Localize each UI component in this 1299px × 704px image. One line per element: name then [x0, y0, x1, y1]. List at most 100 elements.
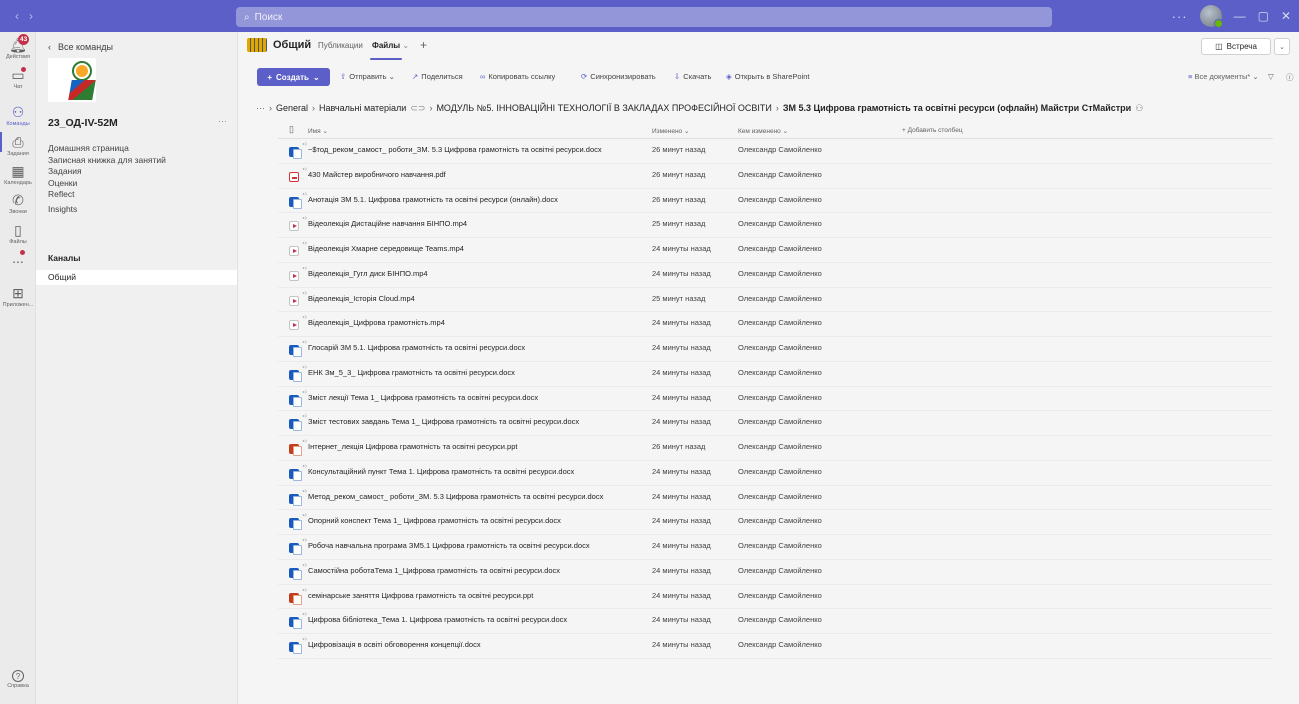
- minimize-icon[interactable]: —: [1234, 9, 1246, 23]
- tab-files[interactable]: Файлы ⌄: [372, 41, 409, 50]
- file-name[interactable]: Опорний конспект Тема 1_ Цифрова грамотн…: [308, 516, 561, 525]
- file-name[interactable]: Відеолекція Хмарне середовище Teams.mp4: [308, 244, 464, 253]
- table-row[interactable]: ⁺⁾ Цифрова бібліотека_Тема 1. Цифрова гра…: [278, 609, 1273, 634]
- upload-button[interactable]: ⇧ Отправить ⌄: [340, 72, 395, 81]
- download-button[interactable]: ⇩ Скачать: [674, 72, 711, 81]
- upload-icon: ⇧: [340, 72, 347, 81]
- all-teams-link[interactable]: ‹ Все команды: [48, 42, 113, 52]
- sync-button[interactable]: ⟳ Синхронизировать: [581, 72, 656, 81]
- channel-item-general[interactable]: Общий: [36, 270, 237, 285]
- table-row[interactable]: ⁺⁾ Самостійна роботаТема 1_Цифрова грамот…: [278, 560, 1273, 585]
- table-row[interactable]: ⁺⁾ Опорний конспект Тема 1_ Цифрова грамо…: [278, 510, 1273, 535]
- table-row[interactable]: ⁺⁾ Глосарій ЗМ 5.1. Цифрова грамотність т…: [278, 337, 1273, 362]
- file-name[interactable]: Робоча навчальна програма ЗМ5.1 Цифрова …: [308, 541, 590, 550]
- file-name[interactable]: ЕНК Зм_5_3_ Цифрова грамотність та освіт…: [308, 368, 515, 377]
- team-link-assignments[interactable]: Задания: [48, 166, 166, 178]
- add-column-button[interactable]: + Добавить столбец: [902, 127, 963, 134]
- table-row[interactable]: ⁺⁾ семінарське заняття Цифрова грамотніст…: [278, 585, 1273, 610]
- add-tab-button[interactable]: +: [420, 38, 427, 52]
- avatar[interactable]: [1199, 5, 1223, 28]
- rail-item-chat[interactable]: ▭ Чат: [0, 67, 36, 90]
- breadcrumb-materials[interactable]: Навчальні матеріали: [319, 103, 406, 113]
- file-name[interactable]: Самостійна роботаТема 1_Цифрова грамотні…: [308, 566, 560, 575]
- team-more-icon[interactable]: ···: [218, 116, 227, 126]
- help-button[interactable]: ? Справка: [0, 670, 36, 689]
- table-row[interactable]: ⁺⁾ Відеолекція_Цифрова грамотність.mp4 24 …: [278, 312, 1273, 337]
- table-row[interactable]: ⁺⁾ Цифровізація в освіті обговорення конц…: [278, 634, 1273, 659]
- table-row[interactable]: ⁺⁾ Робоча навчальна програма ЗМ5.1 Цифров…: [278, 535, 1273, 560]
- rail-item-calls[interactable]: ✆ Звонки: [0, 192, 36, 215]
- rail-item-calendar[interactable]: ▦ Календарь: [0, 163, 36, 186]
- file-name[interactable]: Відеолекція_Гугл диск БІНПО.mp4: [308, 269, 428, 278]
- table-row[interactable]: ⁺⁾ Відеолекція Хмарне середовище Teams.mp…: [278, 238, 1273, 263]
- rail-item-apps[interactable]: ⊞ Приложен...: [0, 285, 36, 308]
- file-name[interactable]: Анотація ЗМ 5.1. Цифрова грамотність та …: [308, 195, 558, 204]
- file-name[interactable]: Відеолекція_Історія Cloud.mp4: [308, 294, 415, 303]
- more-options-icon[interactable]: ···: [1172, 9, 1188, 24]
- copy-link-button[interactable]: ∞ Копировать ссылку: [480, 72, 555, 81]
- meet-button[interactable]: ◫ Встреча: [1201, 38, 1271, 55]
- file-name[interactable]: Зміст тестових завдань Тема 1_ Цифрова г…: [308, 417, 579, 426]
- column-name-label: Имя: [308, 128, 321, 135]
- file-name[interactable]: Інтернет_лекція Цифрова грамотність та о…: [308, 442, 517, 451]
- search-input[interactable]: ⌕ Поиск: [236, 7, 1052, 27]
- table-row[interactable]: ⁺⁾ ЕНК Зм_5_3_ Цифрова грамотність та осв…: [278, 362, 1273, 387]
- rail-item-files[interactable]: ▯ Файлы: [0, 222, 36, 245]
- new-item-icon: ⁺⁾: [302, 539, 307, 545]
- new-item-icon: ⁺⁾: [302, 390, 307, 397]
- table-row[interactable]: ⁺⁾ Відеолекція Дистаційне навчання БІНПО.…: [278, 213, 1273, 238]
- breadcrumb-general[interactable]: General: [276, 103, 308, 113]
- file-modified-by: Олександр Самойленко: [738, 169, 822, 179]
- filter-icon[interactable]: ▽: [1268, 72, 1274, 81]
- breadcrumb-overflow[interactable]: ···: [256, 103, 265, 113]
- rail-item-assignments[interactable]: ⎙ Задания: [0, 134, 36, 157]
- file-modified-by: Олександр Самойленко: [738, 466, 822, 476]
- share-button[interactable]: ↗ Поделиться: [412, 72, 463, 81]
- meet-dropdown-button[interactable]: ⌄: [1274, 38, 1290, 55]
- file-name[interactable]: Відеолекція_Цифрова грамотність.mp4: [308, 318, 445, 327]
- table-row[interactable]: ⁺⁾ Відеолекція_Гугл диск БІНПО.mp4 24 мину…: [278, 263, 1273, 288]
- column-modified-by[interactable]: Кем изменено ⌄: [738, 127, 788, 135]
- file-name[interactable]: Зміст лекції Тема 1_ Цифрова грамотність…: [308, 393, 538, 402]
- rail-item-activity[interactable]: 🔔︎ 43 Действия: [0, 34, 36, 60]
- file-name[interactable]: 430 Майстер виробничого навчання.pdf: [308, 170, 446, 179]
- file-name[interactable]: семінарське заняття Цифрова грамотність …: [308, 591, 533, 600]
- create-button[interactable]: + Создать ⌄: [257, 68, 330, 86]
- table-row[interactable]: ⁺⁾ Інтернет_лекція Цифрова грамотність та…: [278, 436, 1273, 461]
- close-icon[interactable]: ✕: [1281, 9, 1291, 23]
- view-selector[interactable]: ≡ Все документы* ⌄: [1188, 72, 1259, 81]
- file-name[interactable]: Відеолекція Дистаційне навчання БІНПО.mp…: [308, 219, 467, 228]
- file-name[interactable]: Цифровізація в освіті обговорення концеп…: [308, 640, 481, 649]
- table-row[interactable]: ⁺⁾ Відеолекція_Історія Cloud.mp4 25 минут …: [278, 288, 1273, 313]
- table-row[interactable]: ⁺⁾ Анотація ЗМ 5.1. Цифрова грамотність т…: [278, 189, 1273, 214]
- back-arrow-icon[interactable]: ‹: [15, 9, 19, 23]
- file-name[interactable]: ~$тод_реком_самост_ роботи_ЗМ. 5.3 Цифро…: [308, 145, 602, 154]
- forward-arrow-icon[interactable]: ›: [29, 9, 33, 23]
- team-link-reflect[interactable]: Reflect: [48, 189, 166, 201]
- team-link-notebook[interactable]: Записная книжка для занятий: [48, 155, 166, 167]
- table-row[interactable]: ⁺⁾ Зміст лекції Тема 1_ Цифрова грамотніс…: [278, 387, 1273, 412]
- file-modified-by: Олександр Самойленко: [738, 343, 822, 352]
- breadcrumb-module[interactable]: МОДУЛЬ №5. ІННОВАЦІЙНІ ТЕХНОЛОГІЇ В ЗАКЛ…: [436, 103, 771, 113]
- file-name[interactable]: Глосарій ЗМ 5.1. Цифрова грамотність та …: [308, 343, 525, 352]
- restore-icon[interactable]: ▢: [1258, 9, 1269, 23]
- team-link-grades[interactable]: Оценки: [48, 178, 166, 190]
- file-name[interactable]: Метод_реком_самост_ роботи_ЗМ. 5.3 Цифро…: [308, 492, 603, 501]
- table-row[interactable]: ⁺⁾ 430 Майстер виробничого навчання.pdf 26…: [278, 164, 1273, 189]
- info-icon[interactable]: ⓘ: [1286, 72, 1294, 83]
- rail-label: Команды: [6, 121, 30, 127]
- rail-item-teams[interactable]: ⚇ Команды: [0, 104, 36, 127]
- table-row[interactable]: ⁺⁾ Зміст тестових завдань Тема 1_ Цифрова…: [278, 411, 1273, 436]
- team-link-home[interactable]: Домашняя страница: [48, 143, 166, 155]
- rail-item-more[interactable]: ...: [0, 250, 36, 266]
- file-name[interactable]: Цифрова бібліотека_Тема 1. Цифрова грамо…: [308, 615, 567, 624]
- column-modified[interactable]: Изменено ⌄: [652, 127, 689, 135]
- team-link-insights[interactable]: Insights: [48, 204, 166, 216]
- open-sharepoint-button[interactable]: ◈ Открыть в SharePoint: [726, 72, 810, 81]
- table-row[interactable]: ⁺⁾ ~$тод_реком_самост_ роботи_ЗМ. 5.3 Циф…: [278, 139, 1273, 164]
- file-name[interactable]: Консультаційний пункт Тема 1. Цифрова гр…: [308, 467, 574, 476]
- tab-posts[interactable]: Публикации: [318, 41, 363, 50]
- table-row[interactable]: ⁺⁾ Консультаційний пункт Тема 1. Цифрова …: [278, 461, 1273, 486]
- table-row[interactable]: ⁺⁾ Метод_реком_самост_ роботи_ЗМ. 5.3 Циф…: [278, 486, 1273, 511]
- column-name[interactable]: Имя ⌄: [308, 127, 328, 135]
